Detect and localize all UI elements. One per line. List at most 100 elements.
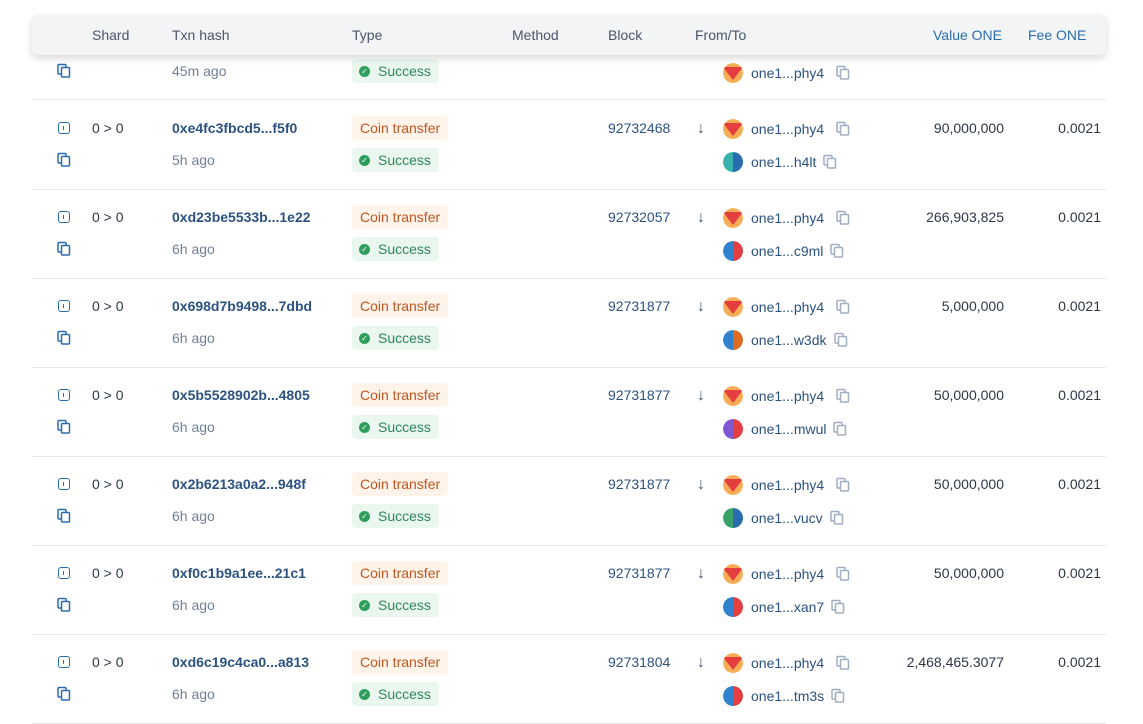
info-square-icon[interactable] — [58, 122, 70, 134]
to-address[interactable]: one1...w3dk — [751, 331, 827, 349]
status-badge: ✓ Success — [352, 504, 439, 528]
col-header-value[interactable]: Value ONE — [933, 15, 1002, 56]
copy-icon[interactable] — [835, 210, 851, 226]
copy-icon[interactable] — [56, 508, 72, 524]
type-badge: Coin transfer — [352, 472, 449, 496]
copy-icon[interactable] — [835, 477, 851, 493]
type-badge: Coin transfer — [352, 650, 449, 674]
copy-icon[interactable] — [835, 655, 851, 671]
from-address[interactable]: one1...phy4 — [751, 654, 824, 672]
info-square-icon[interactable] — [58, 211, 70, 223]
copy-icon[interactable] — [829, 243, 845, 259]
avatar — [723, 297, 743, 317]
info-square-icon[interactable] — [58, 389, 70, 401]
avatar — [723, 386, 743, 406]
shard: 0 > 0 — [92, 387, 124, 403]
txn-hash-link[interactable]: 0xe4fc3fbcd5...f5f0 — [172, 119, 297, 137]
info-square-icon[interactable] — [58, 567, 70, 579]
avatar — [723, 597, 743, 617]
copy-icon[interactable] — [835, 566, 851, 582]
arrow-down-icon: ↓ — [697, 298, 705, 315]
status-badge: ✓ Success — [352, 148, 439, 172]
arrow-down-icon: ↓ — [697, 209, 705, 226]
col-header-from-to: From/To — [695, 27, 747, 43]
block-link[interactable]: 92731877 — [608, 564, 670, 582]
to-address[interactable]: one1...h4lt — [751, 153, 816, 171]
copy-icon[interactable] — [829, 510, 845, 526]
to-address[interactable]: one1...mwul — [751, 420, 826, 438]
copy-icon[interactable] — [56, 419, 72, 435]
avatar — [723, 475, 743, 495]
status-badge: ✓ Success — [352, 415, 439, 439]
fee-amount: 0.0021 — [1058, 387, 1101, 403]
info-square-icon[interactable] — [58, 300, 70, 312]
copy-icon[interactable] — [830, 688, 846, 704]
shard: 0 > 0 — [92, 298, 124, 314]
txn-age: 5h ago — [172, 152, 215, 168]
copy-icon[interactable] — [835, 388, 851, 404]
avatar — [723, 686, 743, 706]
txn-hash-link[interactable]: 0xd6c19c4ca0...a813 — [172, 653, 309, 671]
copy-icon[interactable] — [832, 421, 848, 437]
from-address[interactable]: one1...phy4 — [751, 120, 824, 138]
copy-icon[interactable] — [835, 121, 851, 137]
col-header-method: Method — [512, 27, 559, 43]
block-link[interactable]: 92731877 — [608, 386, 670, 404]
table-header: Shard Txn hash Type Method Block From/To… — [32, 15, 1106, 55]
table-body: 0 > 0 0xe4fc3fbcd5...f5f0 5h ago Coin tr… — [0, 0, 1143, 724]
copy-icon[interactable] — [56, 330, 72, 346]
copy-icon[interactable] — [833, 332, 849, 348]
type-badge: Coin transfer — [352, 383, 449, 407]
avatar — [723, 564, 743, 584]
to-address[interactable]: one1...xan7 — [751, 598, 824, 616]
txn-age: 6h ago — [172, 508, 215, 524]
block-link[interactable]: 92731877 — [608, 475, 670, 493]
status-badge: ✓ Success — [352, 682, 439, 706]
to-address[interactable]: one1...vucv — [751, 509, 823, 527]
txn-hash-link[interactable]: 0x5b5528902b...4805 — [172, 386, 310, 404]
status-label: Success — [378, 330, 431, 346]
block-link[interactable]: 92732057 — [608, 208, 670, 226]
copy-icon[interactable] — [56, 686, 72, 702]
block-link[interactable]: 92731804 — [608, 653, 670, 671]
table-row: 0 > 0 0x2b6213a0a2...948f 6h ago Coin tr… — [32, 456, 1106, 546]
col-header-fee[interactable]: Fee ONE — [1028, 15, 1086, 56]
info-square-icon[interactable] — [58, 656, 70, 668]
check-circle-icon: ✓ — [359, 154, 370, 166]
status-label: Success — [378, 508, 431, 524]
to-address[interactable]: one1...tm3s — [751, 687, 824, 705]
col-header-type: Type — [352, 27, 383, 43]
copy-icon[interactable] — [835, 299, 851, 315]
to-address[interactable]: one1...c9ml — [751, 242, 823, 260]
shard: 0 > 0 — [92, 654, 124, 670]
txn-hash-link[interactable]: 0x2b6213a0a2...948f — [172, 475, 306, 493]
from-address[interactable]: one1...phy4 — [751, 387, 824, 405]
from-address[interactable]: one1...phy4 — [751, 209, 824, 227]
txn-hash-link[interactable]: 0xf0c1b9a1ee...21c1 — [172, 564, 306, 582]
shard: 0 > 0 — [92, 209, 124, 225]
shard: 0 > 0 — [92, 120, 124, 136]
table-row: 0 > 0 0xd23be5533b...1e22 6h ago Coin tr… — [32, 189, 1106, 279]
status-badge: ✓ Success — [352, 237, 439, 261]
from-address[interactable]: one1...phy4 — [751, 476, 824, 494]
fee-amount: 0.0021 — [1058, 654, 1101, 670]
type-badge: Coin transfer — [352, 205, 449, 229]
txn-hash-link[interactable]: 0x698d7b9498...7dbd — [172, 297, 312, 315]
block-link[interactable]: 92731877 — [608, 297, 670, 315]
type-badge: Coin transfer — [352, 116, 449, 140]
type-badge: Coin transfer — [352, 561, 449, 585]
txn-hash-link[interactable]: 0xd23be5533b...1e22 — [172, 208, 311, 226]
shard: 0 > 0 — [92, 476, 124, 492]
check-circle-icon: ✓ — [359, 332, 370, 344]
from-address[interactable]: one1...phy4 — [751, 565, 824, 583]
info-square-icon[interactable] — [58, 478, 70, 490]
from-address[interactable]: one1...phy4 — [751, 298, 824, 316]
copy-icon[interactable] — [56, 152, 72, 168]
copy-icon[interactable] — [822, 154, 838, 170]
copy-icon[interactable] — [56, 241, 72, 257]
copy-icon[interactable] — [830, 599, 846, 615]
avatar — [723, 508, 743, 528]
block-link[interactable]: 92732468 — [608, 119, 670, 137]
copy-icon[interactable] — [56, 597, 72, 613]
avatar — [723, 152, 743, 172]
